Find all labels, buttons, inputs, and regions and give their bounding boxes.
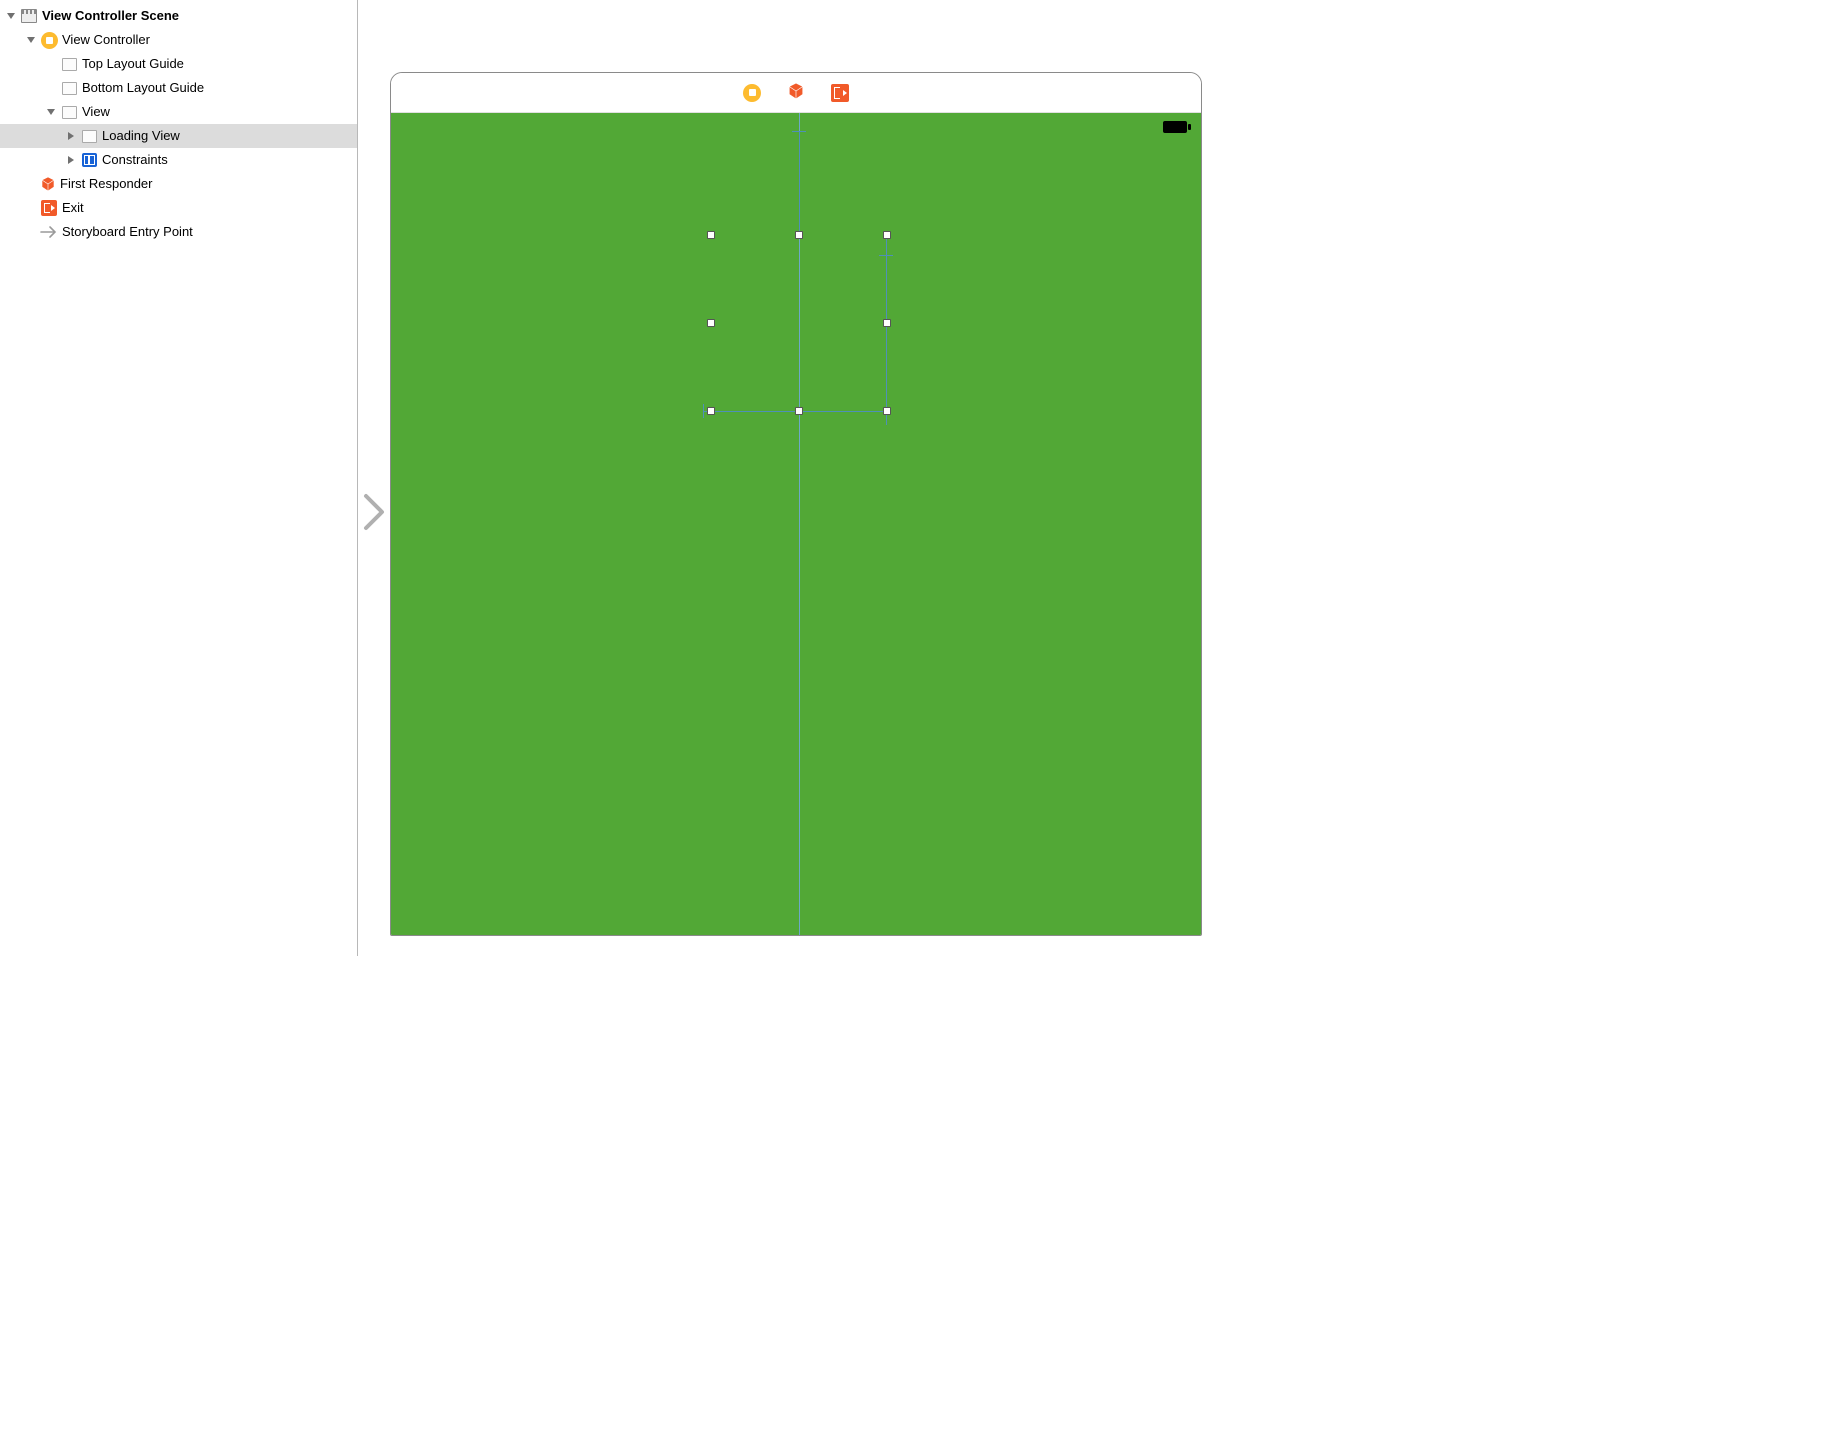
storyboard-canvas[interactable] bbox=[358, 0, 1216, 956]
header-view-controller-icon[interactable] bbox=[743, 84, 761, 102]
outline-row-bottom-layout-guide[interactable]: Bottom Layout Guide bbox=[0, 76, 357, 100]
first-responder-icon bbox=[40, 176, 56, 192]
resize-handle-se[interactable] bbox=[883, 407, 891, 415]
outline-row-view[interactable]: View bbox=[0, 100, 357, 124]
ibeam-cap bbox=[703, 404, 704, 418]
resize-handle-w[interactable] bbox=[707, 319, 715, 327]
outline-row-first-responder[interactable]: First Responder bbox=[0, 172, 357, 196]
outline-row-view-controller[interactable]: View Controller bbox=[0, 28, 357, 52]
view-controller-icon bbox=[40, 31, 58, 49]
exit-label: Exit bbox=[62, 196, 84, 220]
entry-point-label: Storyboard Entry Point bbox=[62, 220, 193, 244]
resize-handle-n[interactable] bbox=[795, 231, 803, 239]
outline-row-loading-view[interactable]: Loading View bbox=[0, 124, 357, 148]
disclosure-triangle-icon[interactable] bbox=[66, 131, 76, 141]
resize-handle-e[interactable] bbox=[883, 319, 891, 327]
storyboard-entry-arrow-icon[interactable] bbox=[360, 490, 388, 537]
loading-view-selection[interactable] bbox=[711, 235, 887, 411]
ibeam-cap bbox=[792, 131, 806, 132]
view-label: View bbox=[82, 100, 110, 124]
disclosure-triangle-icon[interactable] bbox=[26, 35, 36, 45]
view-icon bbox=[80, 127, 98, 145]
bottom-guide-label: Bottom Layout Guide bbox=[82, 76, 204, 100]
battery-icon bbox=[1163, 121, 1191, 136]
loading-view-label: Loading View bbox=[102, 124, 180, 148]
scene-label: View Controller Scene bbox=[42, 4, 179, 28]
constraints-icon bbox=[80, 151, 98, 169]
layout-guide-icon bbox=[60, 55, 78, 73]
resize-handle-s[interactable] bbox=[795, 407, 803, 415]
document-outline[interactable]: View Controller Scene View Controller To… bbox=[0, 0, 358, 956]
disclosure-triangle-icon[interactable] bbox=[6, 11, 16, 21]
scene-icon bbox=[20, 7, 38, 25]
exit-icon bbox=[40, 199, 58, 217]
constraint-guide-top-spacing[interactable] bbox=[799, 131, 800, 235]
resize-handle-nw[interactable] bbox=[707, 231, 715, 239]
scene-frame[interactable] bbox=[390, 72, 1202, 936]
outline-row-exit[interactable]: Exit bbox=[0, 196, 357, 220]
resize-handle-ne[interactable] bbox=[883, 231, 891, 239]
entry-point-arrow-icon bbox=[40, 223, 58, 241]
root-view[interactable] bbox=[391, 113, 1201, 935]
header-first-responder-icon[interactable] bbox=[787, 82, 805, 103]
outline-row-top-layout-guide[interactable]: Top Layout Guide bbox=[0, 52, 357, 76]
scene-header[interactable] bbox=[391, 73, 1201, 113]
resize-handle-sw[interactable] bbox=[707, 407, 715, 415]
outline-row-entry-point[interactable]: Storyboard Entry Point bbox=[0, 220, 357, 244]
first-responder-label: First Responder bbox=[60, 172, 152, 196]
outline-row-scene[interactable]: View Controller Scene bbox=[0, 4, 357, 28]
layout-guide-icon bbox=[60, 79, 78, 97]
header-exit-icon[interactable] bbox=[831, 84, 849, 102]
view-icon bbox=[60, 103, 78, 121]
outline-row-constraints[interactable]: Constraints bbox=[0, 148, 357, 172]
constraints-label: Constraints bbox=[102, 148, 168, 172]
disclosure-triangle-icon[interactable] bbox=[46, 107, 56, 117]
top-guide-label: Top Layout Guide bbox=[82, 52, 184, 76]
vc-label: View Controller bbox=[62, 28, 150, 52]
disclosure-triangle-icon[interactable] bbox=[66, 155, 76, 165]
